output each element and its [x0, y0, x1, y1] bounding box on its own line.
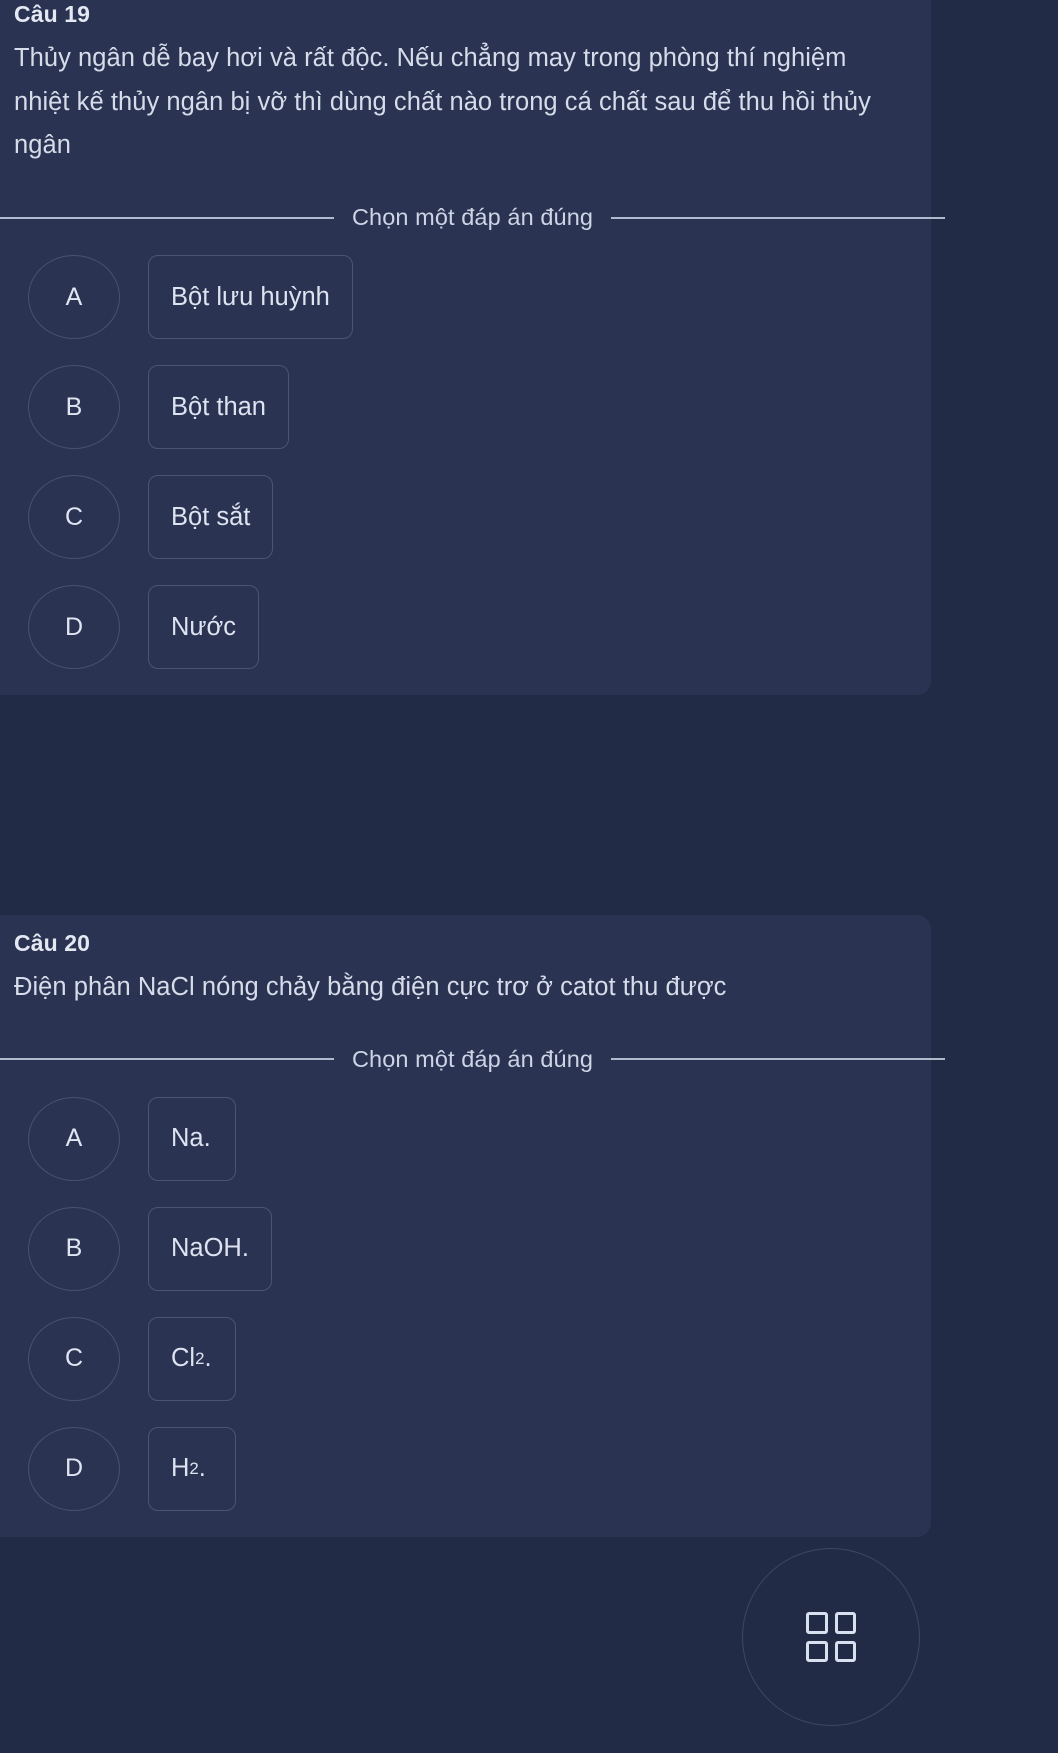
- option-row-d[interactable]: D H2.: [28, 1426, 909, 1511]
- option-letter-c[interactable]: C: [28, 1316, 120, 1401]
- options-list: A Na. B NaOH. C Cl 2. D H2.: [14, 1096, 909, 1511]
- question-card-19: Câu 19 Thủy ngân dễ bay hơi và rất độc. …: [0, 0, 946, 696]
- grid-icon-cell: [834, 1612, 856, 1634]
- option-label-b[interactable]: Bột than: [148, 365, 289, 450]
- option-row-c[interactable]: C Bột sắt: [28, 475, 909, 560]
- question-text: Thủy ngân dễ bay hơi và rất độc. Nếu chẳ…: [14, 43, 871, 160]
- option-row-b[interactable]: B NaOH.: [28, 1206, 909, 1291]
- option-letter-b[interactable]: B: [28, 365, 120, 450]
- option-label-d[interactable]: Nước: [148, 585, 259, 670]
- option-row-b[interactable]: B Bột than: [28, 365, 909, 450]
- option-label-a[interactable]: Na.: [148, 1096, 236, 1181]
- option-letter-b[interactable]: B: [28, 1206, 120, 1291]
- divider-line-left: [0, 216, 334, 219]
- question-number: Câu 20: [14, 930, 91, 956]
- grid-icon-cell: [806, 1612, 828, 1634]
- option-letter-d[interactable]: D: [28, 1426, 120, 1511]
- question-navigator-button[interactable]: [742, 1548, 920, 1726]
- question-text: Điện phân NaCl nóng chảy bằng điện cực t…: [14, 972, 727, 1001]
- choose-answer-divider: Chọn một đáp án đúng: [0, 1045, 946, 1073]
- grid-icon-cell: [806, 1640, 828, 1662]
- choose-answer-label: Chọn một đáp án đúng: [351, 204, 594, 231]
- option-label-b[interactable]: NaOH.: [148, 1206, 272, 1291]
- option-letter-a[interactable]: A: [28, 255, 120, 340]
- choose-answer-label: Chọn một đáp án đúng: [351, 1045, 594, 1072]
- option-label-d[interactable]: H2.: [148, 1426, 236, 1511]
- divider-line-left: [0, 1058, 334, 1061]
- divider-line-right: [611, 1058, 946, 1061]
- option-row-d[interactable]: D Nước: [28, 585, 909, 670]
- option-label-c[interactable]: Bột sắt: [148, 475, 274, 560]
- quiz-page: Câu 19 Thủy ngân dễ bay hơi và rất độc. …: [0, 0, 1058, 1753]
- options-list: A Bột lưu huỳnh B Bột than C Bột sắt D N…: [14, 255, 909, 670]
- question-number: Câu 19: [14, 1, 91, 27]
- divider-line-right: [611, 216, 946, 219]
- choose-answer-divider: Chọn một đáp án đúng: [0, 204, 946, 231]
- option-label-a[interactable]: Bột lưu huỳnh: [148, 255, 353, 340]
- question-card-20: Câu 20 Điện phân NaCl nóng chảy bằng điệ…: [0, 915, 946, 1537]
- option-letter-d[interactable]: D: [28, 585, 120, 670]
- option-row-c[interactable]: C Cl 2.: [28, 1316, 909, 1401]
- option-letter-a[interactable]: A: [28, 1096, 120, 1181]
- option-letter-c[interactable]: C: [28, 475, 120, 560]
- grid-icon: [806, 1612, 856, 1662]
- option-row-a[interactable]: A Bột lưu huỳnh: [28, 255, 909, 340]
- option-label-c[interactable]: Cl 2.: [148, 1316, 236, 1401]
- option-row-a[interactable]: A Na.: [28, 1096, 909, 1181]
- grid-icon-cell: [834, 1640, 856, 1662]
